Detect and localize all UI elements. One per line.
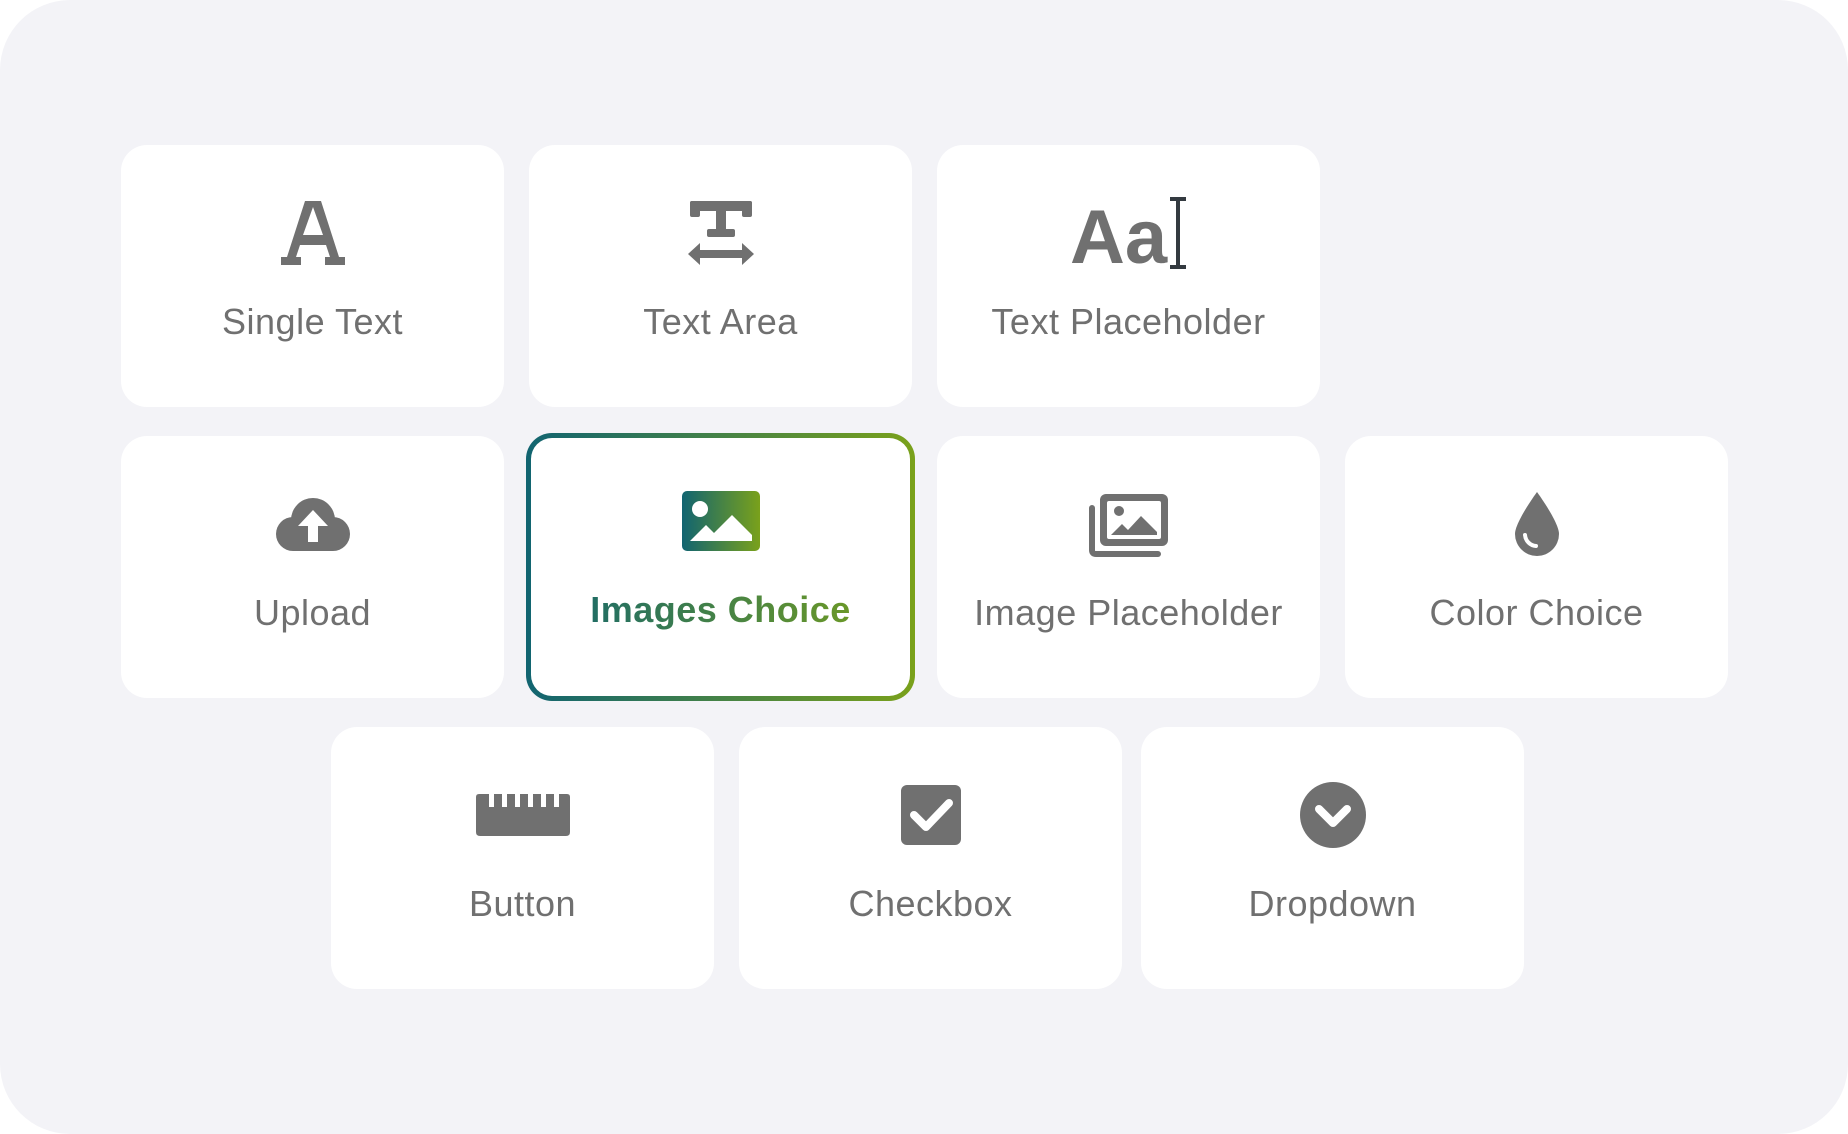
widget-card-color-choice[interactable]: Color Choice xyxy=(1345,436,1728,698)
widget-label: Images Choice xyxy=(531,588,910,632)
cloud-upload-icon xyxy=(121,488,504,560)
widget-label: Text Placeholder xyxy=(991,301,1266,342)
widget-card-text-placeholder[interactable]: Aa Text Placeholder xyxy=(937,145,1320,407)
widget-label: Checkbox xyxy=(848,883,1013,924)
widget-label: Color Choice xyxy=(1429,592,1644,633)
droplet-icon xyxy=(1345,488,1728,560)
widget-card-single-text[interactable]: Single Text xyxy=(121,145,504,407)
widget-card-image-placeholder[interactable]: Image Placeholder xyxy=(937,436,1320,698)
widget-card-checkbox[interactable]: Checkbox xyxy=(739,727,1122,989)
ruler-icon xyxy=(331,779,714,851)
widget-label: Text Area xyxy=(643,301,798,342)
widget-label: Image Placeholder xyxy=(974,592,1283,633)
widget-card-text-area[interactable]: Text Area xyxy=(529,145,912,407)
widget-picker-panel: Single Text Text Area Aa Text Placeholde… xyxy=(0,0,1848,1134)
widget-card-images-choice[interactable]: Images Choice xyxy=(526,433,915,701)
widget-label: Dropdown xyxy=(1248,883,1417,924)
widget-label: Single Text xyxy=(222,301,403,342)
letter-a-icon xyxy=(121,197,504,269)
image-icon xyxy=(531,485,910,557)
text-cursor-icon: Aa xyxy=(937,195,1320,271)
text-width-icon xyxy=(529,197,912,269)
widget-card-dropdown[interactable]: Dropdown xyxy=(1141,727,1524,989)
images-stack-icon xyxy=(937,488,1320,560)
widget-label: Upload xyxy=(253,592,372,633)
widget-card-upload[interactable]: Upload xyxy=(121,436,504,698)
svg-text:Aa: Aa xyxy=(1070,195,1168,271)
chevron-circle-down-icon xyxy=(1141,779,1524,851)
widget-card-button[interactable]: Button xyxy=(331,727,714,989)
widget-label: Button xyxy=(468,883,577,924)
checkbox-icon xyxy=(739,779,1122,851)
